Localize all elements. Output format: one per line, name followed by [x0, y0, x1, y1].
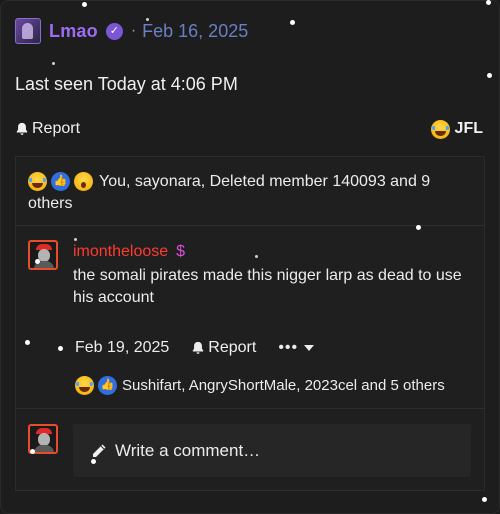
report-label: Report [32, 120, 81, 137]
comment-reactions[interactable]: 👍 Sushifart, AngryShortMale, 2023cel and… [75, 376, 445, 395]
snow-dot [255, 255, 258, 258]
separator: · [130, 22, 137, 39]
post-username[interactable]: Lmao [49, 21, 98, 42]
reaction-label: JFL [454, 120, 483, 137]
reaction-button[interactable]: JFL [430, 119, 483, 139]
snow-dot [487, 73, 492, 78]
snow-dot [91, 459, 96, 464]
comment-meta: Feb 19, 2025 Report ••• [75, 339, 315, 357]
laugh-cry-emoji-icon [430, 119, 450, 139]
divider [15, 225, 485, 226]
comment-date[interactable]: Feb 19, 2025 [75, 339, 169, 357]
like-icon: 👍 [98, 376, 117, 395]
reaction-icons: 👍 [28, 172, 93, 192]
comment-text: the somali pirates made this nigger larp… [73, 267, 462, 306]
comment-reactions-text: Sushifart, AngryShortMale, 2023cel and 5… [122, 377, 445, 394]
comment-report-label: Report [208, 339, 257, 356]
reactions-summary[interactable]: 👍 You, sayonara, Deleted member 140093 a… [28, 171, 468, 215]
pencil-icon [93, 444, 106, 457]
snow-dot [416, 225, 421, 230]
more-options-button[interactable]: ••• [278, 339, 315, 357]
write-comment-placeholder: Write a comment… [115, 440, 261, 460]
snow-dot [146, 18, 149, 21]
comment-user: imontheloose $ [73, 243, 185, 261]
snow-dot [482, 497, 487, 502]
comment-avatar[interactable] [28, 240, 58, 270]
laugh-cry-emoji-icon [28, 172, 47, 192]
report-button[interactable]: Report [15, 120, 80, 138]
avatar[interactable] [15, 18, 41, 44]
more-label: ••• [278, 339, 299, 356]
comment-report-button[interactable]: Report [191, 339, 256, 357]
post-header: Lmao ✓ · Feb 16, 2025 [15, 18, 248, 44]
bell-icon [193, 341, 204, 354]
snow-dot [74, 238, 77, 241]
caret-down-icon [304, 345, 315, 351]
snow-dot [52, 62, 55, 65]
snow-dot [30, 449, 35, 454]
divider [15, 408, 485, 409]
reaction-icons: 👍 [75, 376, 117, 395]
snow-dot [82, 2, 87, 7]
wow-emoji-icon [74, 172, 93, 192]
last-seen-text: Last seen Today at 4:06 PM [15, 74, 238, 94]
dollar-badge-icon: $ [176, 243, 186, 260]
snow-dot [25, 340, 30, 345]
like-icon: 👍 [51, 172, 70, 192]
snow-dot [290, 20, 295, 25]
laugh-cry-emoji-icon [75, 376, 94, 395]
snow-dot [58, 346, 63, 351]
write-comment-input[interactable]: Write a comment… [73, 424, 471, 477]
snow-dot [486, 0, 491, 5]
post-actions: Report JFL [15, 118, 483, 140]
snow-dot [35, 259, 40, 264]
bell-icon [16, 122, 28, 135]
verified-icon: ✓ [105, 22, 123, 40]
post-date[interactable]: Feb 16, 2025 [142, 21, 248, 42]
comment-username[interactable]: imontheloose [73, 243, 168, 261]
